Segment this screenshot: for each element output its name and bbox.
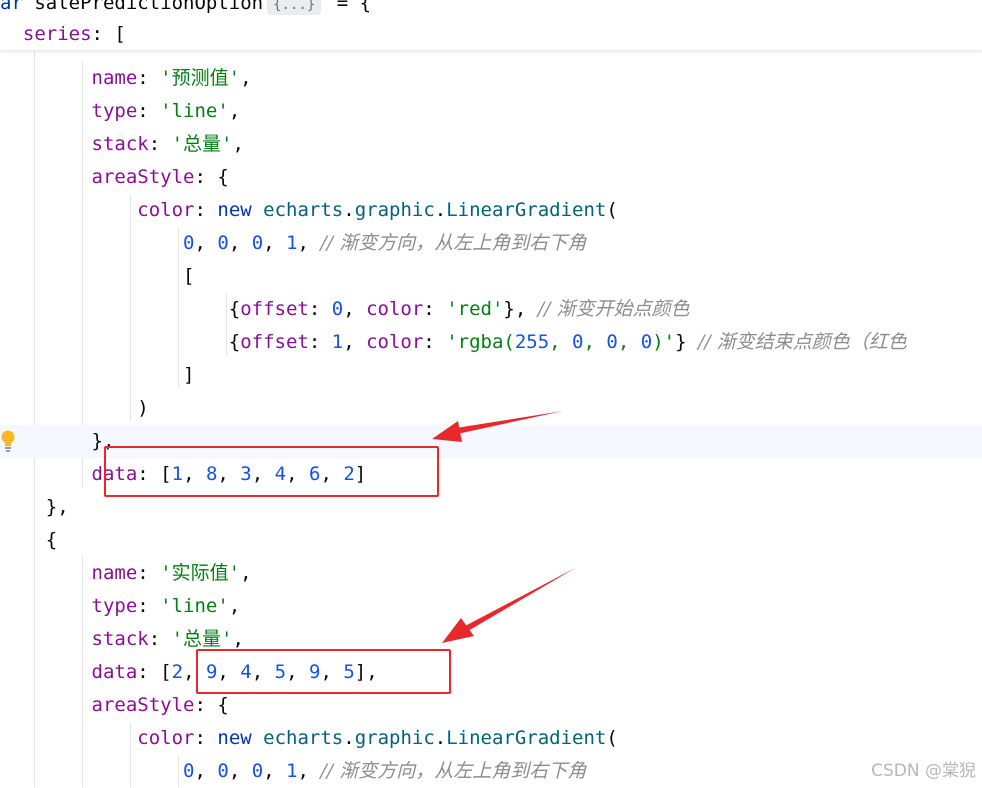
intention-bulb-icon[interactable] bbox=[0, 427, 18, 455]
annotation-arrow bbox=[442, 567, 577, 643]
annotation-arrows bbox=[432, 411, 577, 643]
code-editor[interactable]: name: '预测值', type: 'line', stack: '总量', … bbox=[0, 0, 982, 787]
watermark: CSDN @棠猊 bbox=[871, 761, 976, 781]
annotation-arrow bbox=[432, 411, 563, 442]
